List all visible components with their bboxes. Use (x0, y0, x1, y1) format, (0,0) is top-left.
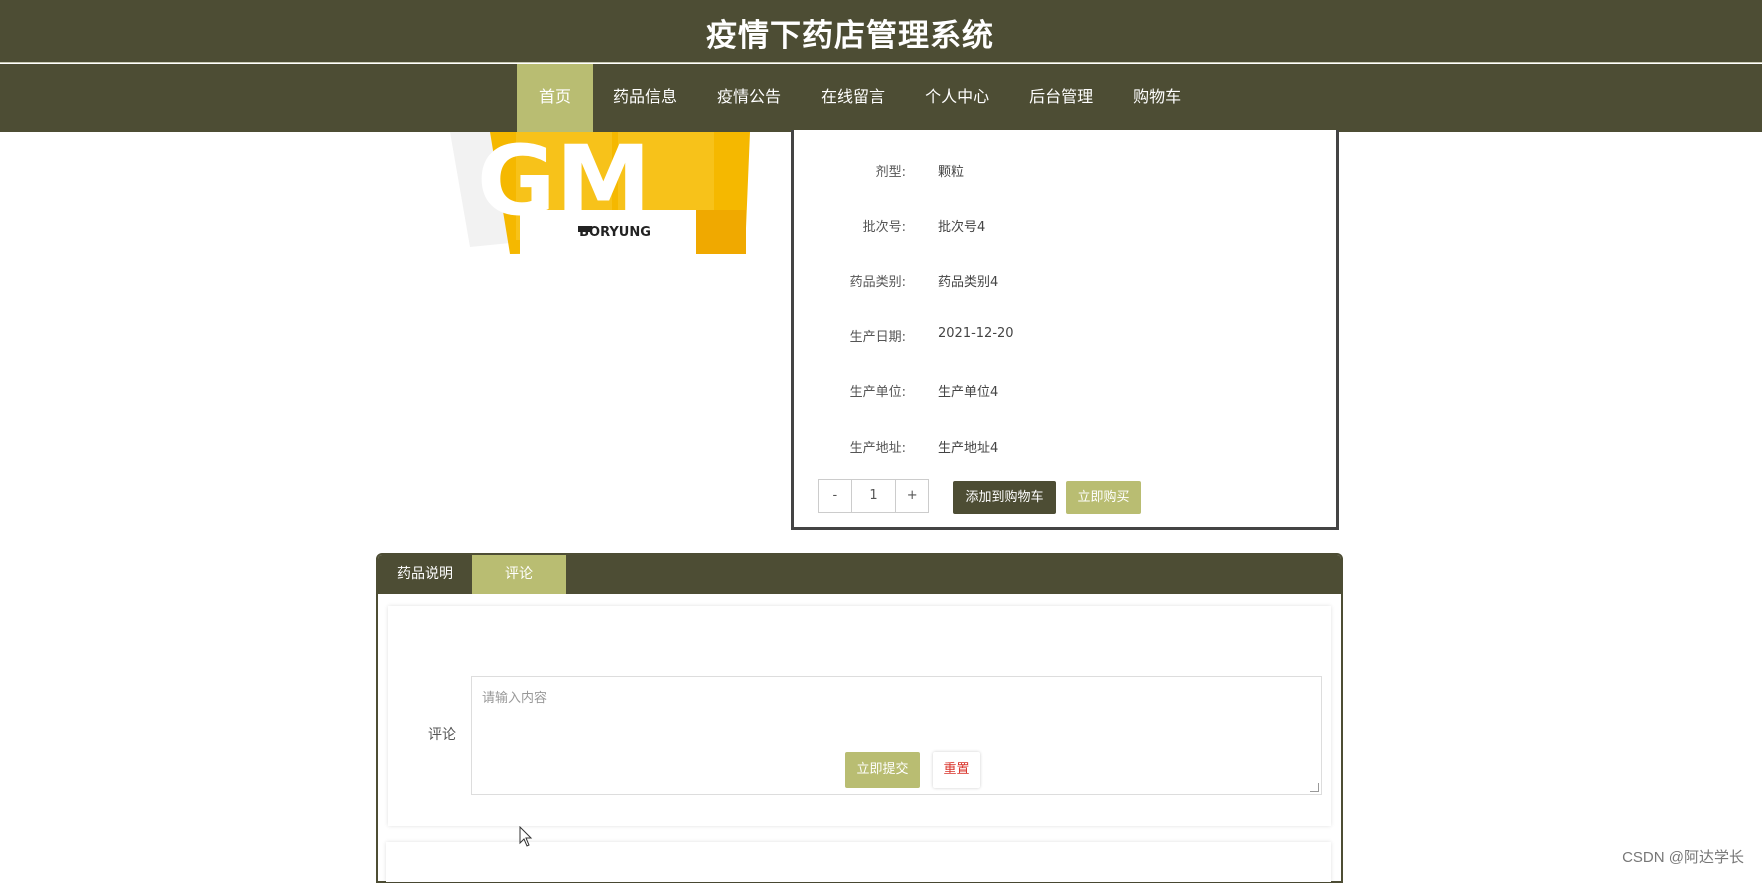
quantity-stepper: - 1 + (818, 479, 929, 513)
detail-row-manufacturer: 生产单位: 生产单位4 (794, 381, 1334, 405)
detail-row-category: 药品类别: 药品类别4 (794, 271, 1334, 295)
buy-now-button[interactable]: 立即购买 (1066, 481, 1141, 514)
detail-value: 颗粒 (938, 165, 965, 180)
submit-comment-button[interactable]: 立即提交 (845, 752, 920, 788)
reset-button[interactable]: 重置 (933, 752, 980, 788)
tab-description[interactable]: 药品说明 (378, 555, 472, 594)
detail-row-dosage: 剂型: 颗粒 (794, 161, 1334, 185)
quantity-decrement-button[interactable]: - (819, 480, 851, 512)
detail-label: 剂型: (875, 165, 906, 180)
add-to-cart-button[interactable]: 添加到购物车 (953, 481, 1056, 514)
nav-item-profile[interactable]: 个人中心 (905, 64, 1009, 132)
detail-label: 生产单位: (849, 385, 906, 400)
detail-value: 生产地址4 (938, 441, 999, 456)
detail-row-address: 生产地址: 生产地址4 (794, 437, 1334, 461)
detail-label: 生产地址: (849, 441, 906, 456)
tab-comment[interactable]: 评论 (472, 555, 566, 594)
detail-value: 批次号4 (938, 220, 986, 235)
detail-label: 批次号: (862, 220, 906, 235)
product-detail-panel: 剂型: 颗粒 批次号: 批次号4 药品类别: 药品类别4 生产日期: 2021-… (791, 130, 1339, 530)
watermark: CSDN @阿达学长 (1622, 849, 1744, 866)
detail-value: 药品类别4 (938, 275, 999, 290)
detail-label: 生产日期: (849, 330, 906, 345)
main-nav: 首页 药品信息 疫情公告 在线留言 个人中心 后台管理 购物车 (0, 64, 1762, 132)
comment-form: 评论 请输入内容 (388, 606, 1331, 826)
tab-bar: 药品说明 评论 (378, 555, 1341, 594)
nav-item-admin[interactable]: 后台管理 (1009, 64, 1113, 132)
product-box-graphic: GM BORYUNG (450, 132, 750, 254)
nav-item-drug-info[interactable]: 药品信息 (593, 64, 697, 132)
comment-list-card (386, 842, 1331, 882)
detail-row-production-date: 生产日期: 2021-12-20 (794, 326, 1334, 350)
nav-item-announcements[interactable]: 疫情公告 (697, 64, 801, 132)
detail-label: 药品类别: (849, 275, 906, 290)
nav-item-cart[interactable]: 购物车 (1113, 64, 1201, 132)
detail-row-batch: 批次号: 批次号4 (794, 216, 1334, 240)
comment-placeholder: 请输入内容 (482, 691, 548, 706)
quantity-increment-button[interactable]: + (896, 480, 928, 512)
resize-grip-icon[interactable] (1310, 783, 1319, 792)
product-image: GM BORYUNG (450, 132, 750, 257)
site-header: 疫情下药店管理系统 (0, 0, 1762, 63)
nav-item-messages[interactable]: 在线留言 (801, 64, 905, 132)
comment-label: 评论 (428, 727, 456, 743)
nav-item-home[interactable]: 首页 (517, 64, 594, 132)
detail-value: 生产单位4 (938, 385, 999, 400)
detail-value: 2021-12-20 (938, 326, 1014, 341)
site-title: 疫情下药店管理系统 (706, 18, 994, 54)
quantity-input[interactable]: 1 (850, 480, 897, 512)
mouse-cursor-icon (519, 826, 533, 847)
